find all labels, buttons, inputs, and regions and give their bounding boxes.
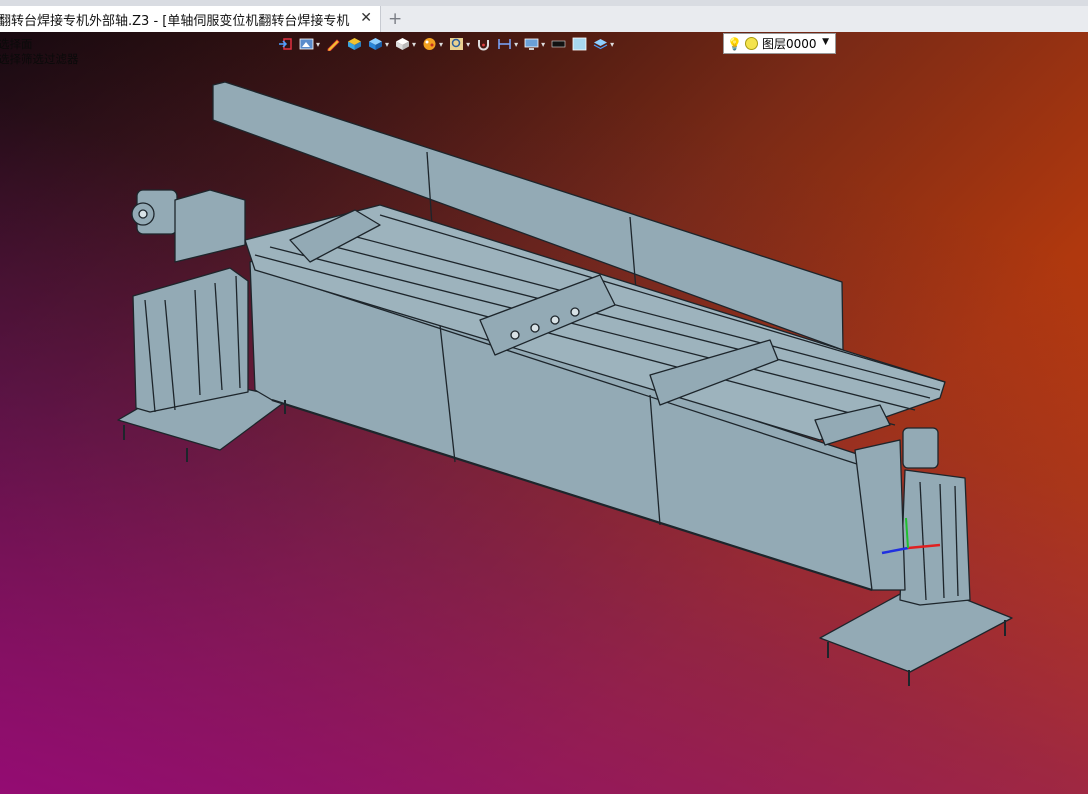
chevron-down-icon[interactable]: ▾	[541, 40, 545, 49]
lightbulb-icon[interactable]: 💡	[727, 37, 742, 51]
render-icon	[348, 38, 362, 50]
left-stand-frame	[132, 267, 249, 413]
line-color-icon	[551, 40, 566, 48]
pen-icon	[327, 39, 340, 51]
color-icon	[423, 38, 436, 50]
box-view-button[interactable]: ▾	[395, 34, 416, 54]
monitor-button[interactable]: ▾	[524, 34, 545, 54]
render-button[interactable]	[347, 34, 362, 54]
chevron-down-icon[interactable]: ▾	[466, 40, 470, 49]
zoom-button[interactable]: ▾	[449, 34, 470, 54]
chevron-down-icon[interactable]: ▾	[412, 40, 416, 49]
box-view-icon	[396, 38, 410, 50]
zoom-icon	[450, 38, 464, 50]
chevron-down-icon[interactable]: ▾	[385, 40, 389, 49]
line-color-button[interactable]	[551, 34, 566, 54]
layer-stack-icon	[593, 39, 608, 50]
viewport-overlay-line-1: 选择面	[0, 37, 33, 51]
pen-button[interactable]	[326, 34, 341, 54]
viewport-overlay-line-2: 选择筛选过滤器	[0, 52, 79, 66]
chevron-down-icon[interactable]: ▾	[610, 40, 614, 49]
fill-color-button[interactable]	[572, 34, 587, 54]
color-button[interactable]: ▾	[422, 34, 443, 54]
dimension-button[interactable]: ▾	[497, 34, 518, 54]
right-stand-frame	[899, 469, 971, 606]
cube-view-icon	[369, 38, 383, 50]
dimension-icon	[498, 39, 511, 49]
monitor-icon	[524, 38, 539, 50]
cube-view-button[interactable]: ▾	[368, 34, 389, 54]
chevron-down-icon[interactable]: ▾	[316, 40, 320, 49]
layer-select[interactable]: 💡 图层0000 ▼	[723, 33, 836, 54]
cad-model[interactable]	[0, 0, 1088, 794]
layer-stack-button[interactable]: ▾	[593, 34, 614, 54]
exit-button[interactable]	[278, 34, 293, 54]
magnet-button[interactable]	[476, 34, 491, 54]
right-motor	[902, 427, 939, 469]
display-mode-button[interactable]: ▾	[299, 34, 320, 54]
layer-select-value: 图层0000	[761, 37, 817, 51]
view-toolbar: ▾ ▾ ▾ ▾ ▾ ▾ ▾ ▾	[278, 33, 620, 55]
chevron-down-icon[interactable]: ▾	[514, 40, 518, 49]
exit-icon	[279, 38, 292, 50]
layer-color-icon	[744, 37, 758, 50]
display-mode-icon	[299, 38, 314, 50]
chevron-down-icon[interactable]: ▼	[822, 37, 829, 47]
fill-color-icon	[572, 37, 587, 51]
chevron-down-icon[interactable]: ▾	[439, 40, 443, 49]
magnet-icon	[478, 40, 490, 51]
